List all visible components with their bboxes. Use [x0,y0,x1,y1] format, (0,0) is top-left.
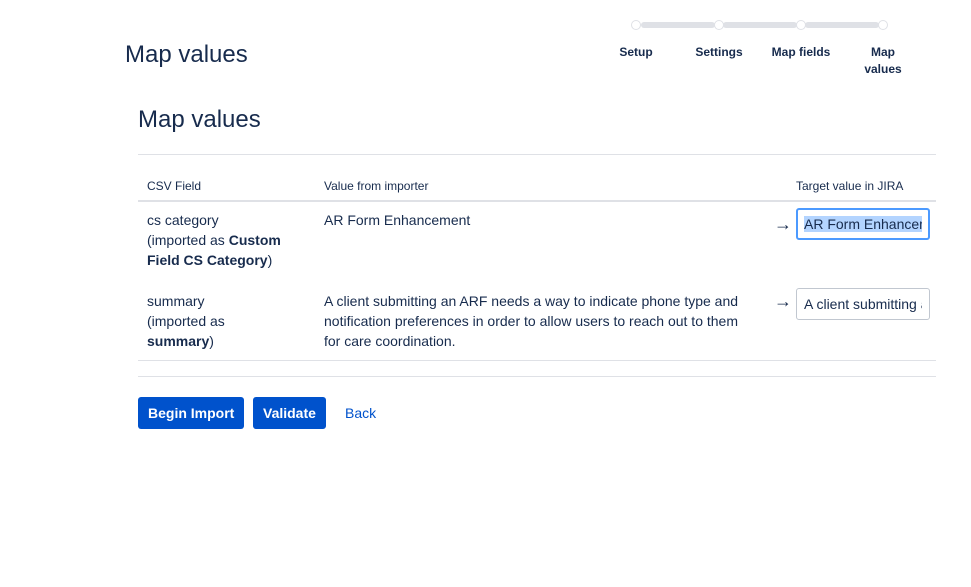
column-header-arrow [758,172,792,202]
arrow-cell: → [758,283,792,361]
tracker-step-settings: Settings [695,45,743,59]
tracker-step-map-fields: Map fields [771,45,831,59]
back-link[interactable]: Back [345,397,376,429]
table-row: cs category (imported as Custom Field CS… [138,201,936,283]
column-header-value: Value from importer [315,172,758,202]
importer-value: AR Form Enhancement [324,212,471,228]
imported-as-prefix: (imported as [147,232,229,248]
divider [138,154,936,155]
target-value-input[interactable] [796,208,930,240]
tracker-line-2 [723,22,797,28]
arrow-cell: → [758,201,792,283]
tracker-dot-map-values [878,20,888,30]
field-name: summary [147,293,205,309]
divider [138,376,936,377]
target-value-input[interactable] [796,288,930,320]
tracker-dot-settings [714,20,724,30]
begin-import-button[interactable]: Begin Import [138,397,245,429]
arrow-right-icon: → [774,214,792,234]
target-cell [792,201,936,283]
tracker-dot-setup [631,20,641,30]
csv-field-cell: cs category (imported as Custom Field CS… [138,201,315,283]
importer-value: A client submitting an ARF needs a way t… [315,283,758,361]
arrow-right-icon: → [774,291,792,311]
imported-as-suffix: ) [267,252,273,268]
tracker-line-1 [641,22,715,28]
page-title: Map values [125,41,248,68]
tracker-dot-map-fields [796,20,806,30]
column-header-csv-field: CSV Field [138,172,315,202]
imported-as-name: summary [147,333,210,349]
progress-tracker: Setup Settings Map fields Map values [594,18,924,78]
table-header-row: CSV Field Value from importer Target val… [138,172,936,202]
column-header-target: Target value in JIRA [792,172,936,202]
section-title: Map values [138,106,261,133]
imported-as-prefix: (imported as [147,313,225,329]
tracker-step-map-values: Map values [864,45,902,76]
map-values-table: CSV Field Value from importer Target val… [138,172,936,361]
table-row: summary (imported as summary) A client s… [138,283,936,361]
validate-button[interactable]: Validate [253,397,326,429]
csv-field-cell: summary (imported as summary) [138,283,315,361]
field-name: cs category [147,212,219,228]
target-cell [792,283,936,361]
tracker-step-setup: Setup [619,45,653,59]
imported-as-suffix: ) [209,333,214,349]
tracker-line-3 [805,22,879,28]
